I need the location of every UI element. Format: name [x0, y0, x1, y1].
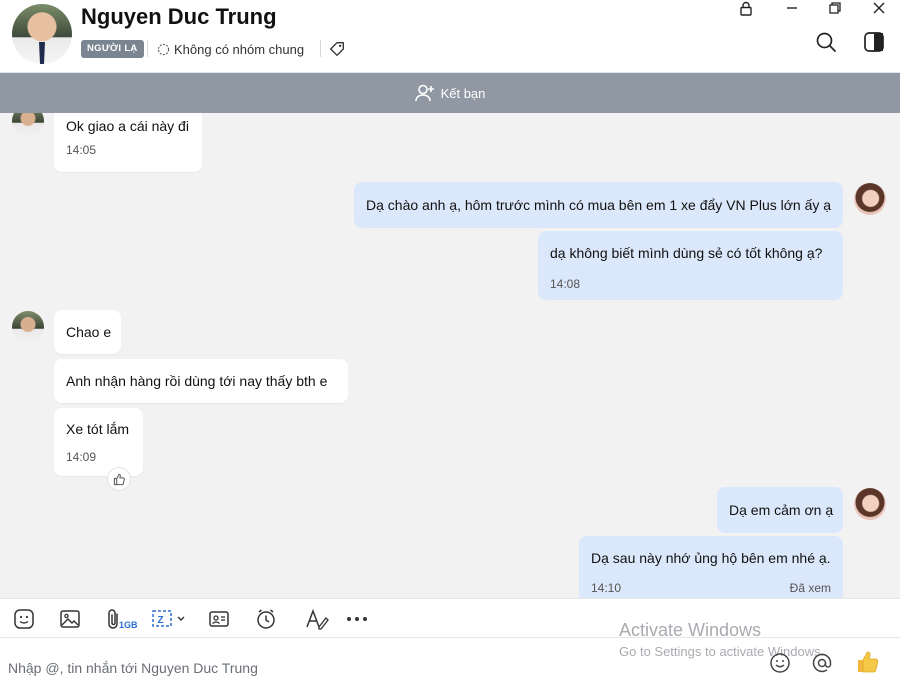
- contact-avatar-small[interactable]: [12, 113, 44, 137]
- message-time: 14:08: [550, 277, 581, 291]
- message-input[interactable]: [8, 657, 608, 679]
- message-text: Dạ chào anh ạ, hôm trước mình có mua bên…: [366, 197, 832, 213]
- message-text: Xe tót lắm: [66, 421, 130, 437]
- message-text: Dạ em cảm ơn ạ: [729, 502, 834, 518]
- activate-windows-subtitle: Go to Settings to activate Windows.: [619, 644, 825, 659]
- message-time: 14:10: [591, 581, 622, 595]
- conversation-header: Nguyen Duc Trung NGƯỜI LẠ Không có nhóm …: [0, 0, 900, 73]
- close-icon[interactable]: [868, 0, 890, 16]
- mention-icon[interactable]: [811, 652, 833, 674]
- message-time: 14:09: [66, 450, 97, 464]
- my-avatar-small[interactable]: [854, 183, 886, 215]
- sidebar-toggle-icon[interactable]: [863, 31, 885, 53]
- add-friend-icon: [414, 84, 434, 102]
- message-text: Chao e: [66, 324, 112, 340]
- react-like-button[interactable]: [107, 467, 131, 491]
- tag-icon[interactable]: [328, 40, 346, 58]
- contact-name[interactable]: Nguyen Duc Trung: [81, 4, 277, 30]
- divider: [147, 40, 148, 57]
- composer-toolbar: 1GB Z: [0, 598, 900, 638]
- svg-text:Z: Z: [158, 615, 164, 626]
- image-icon[interactable]: [58, 607, 82, 631]
- thumbs-up-icon: [858, 651, 879, 673]
- outgoing-message[interactable]: dạ không biết mình dùng sẻ có tốt không …: [538, 231, 843, 300]
- incoming-message[interactable]: Ok giao a cái này đi 14:05: [54, 113, 202, 172]
- file-size-limit: 1GB: [119, 620, 138, 630]
- message-text: Anh nhận hàng rồi dùng tới nay thấy bth …: [66, 373, 328, 389]
- restore-icon[interactable]: [824, 0, 846, 16]
- my-avatar-small[interactable]: [854, 488, 886, 520]
- contact-card-icon[interactable]: [207, 607, 231, 631]
- message-text: dạ không biết mình dùng sẻ có tốt không …: [550, 245, 823, 261]
- activate-windows-title: Activate Windows: [619, 620, 762, 640]
- more-options-icon[interactable]: [345, 607, 369, 631]
- message-text: Dạ sau này nhớ ủng hộ bên em nhé ạ.: [591, 550, 831, 566]
- reminder-clock-icon[interactable]: [254, 607, 278, 631]
- contact-avatar-small[interactable]: [12, 311, 44, 343]
- stranger-badge: NGƯỜI LẠ: [81, 40, 144, 58]
- emoji-icon[interactable]: [769, 652, 791, 674]
- divider: [320, 40, 321, 57]
- message-text: Ok giao a cái này đi: [66, 118, 189, 134]
- thumbs-up-icon: [113, 473, 125, 485]
- screenshot-icon[interactable]: Z: [151, 607, 187, 631]
- search-icon[interactable]: [815, 31, 837, 53]
- message-list[interactable]: Ok giao a cái này đi 14:05 Dạ chào anh ạ…: [0, 113, 900, 598]
- incoming-message[interactable]: Anh nhận hàng rồi dùng tới nay thấy bth …: [54, 359, 348, 403]
- mutual-groups-label: Không có nhóm chung: [174, 41, 305, 57]
- minimize-icon[interactable]: [781, 0, 803, 16]
- contact-avatar[interactable]: [12, 4, 72, 64]
- mutual-groups[interactable]: Không có nhóm chung: [157, 40, 304, 58]
- sticker-icon[interactable]: [12, 607, 36, 631]
- outgoing-message[interactable]: Dạ em cảm ơn ạ: [717, 487, 843, 533]
- add-friend-bar[interactable]: Kết bạn: [0, 73, 900, 113]
- add-friend-label: Kết bạn: [440, 85, 486, 101]
- group-icon: [157, 43, 170, 55]
- outgoing-message[interactable]: Dạ chào anh ạ, hôm trước mình có mua bên…: [354, 182, 843, 228]
- message-time: 14:05: [66, 143, 97, 157]
- send-like-button[interactable]: [855, 649, 881, 681]
- seen-status: Đã xem: [789, 581, 831, 595]
- incoming-message[interactable]: Xe tót lắm 14:09: [54, 408, 143, 476]
- lock-icon[interactable]: [735, 0, 757, 16]
- incoming-message[interactable]: Chao e: [54, 310, 121, 354]
- text-format-icon[interactable]: [305, 607, 329, 631]
- outgoing-message[interactable]: Dạ sau này nhớ ủng hộ bên em nhé ạ. 14:1…: [579, 536, 843, 598]
